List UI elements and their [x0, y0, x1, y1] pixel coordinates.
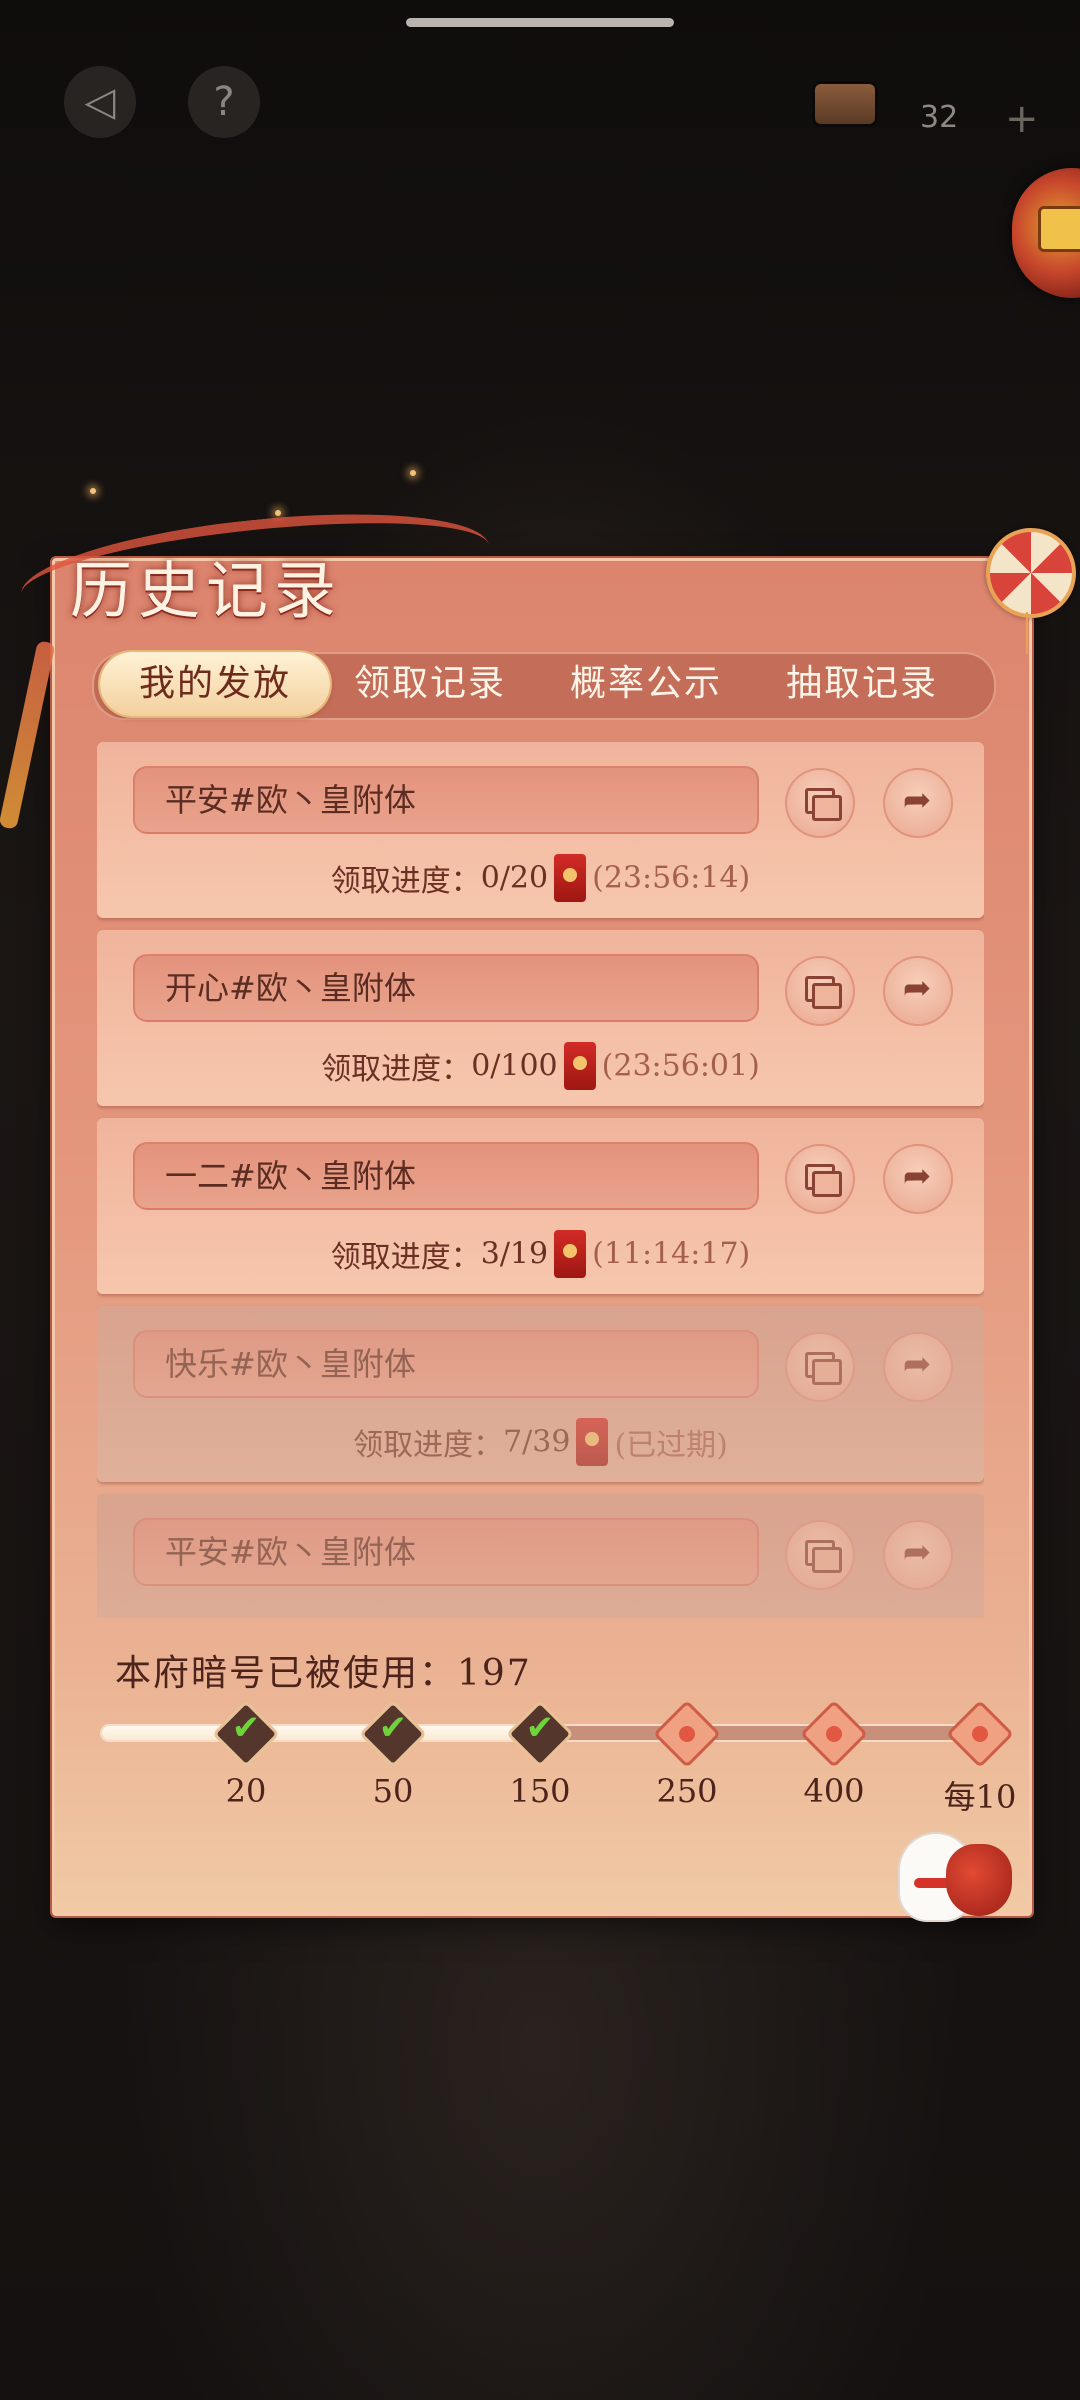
record-name-field: 开心#欧丶皇附体	[133, 954, 759, 1022]
tab-my-issued[interactable]: 我的发放	[100, 652, 330, 716]
lantern-glow	[90, 488, 96, 494]
record-name-field: 平安#欧丶皇附体	[133, 1518, 759, 1586]
share-button[interactable]: ➦	[883, 1520, 953, 1590]
record-name: 快乐#欧丶皇附体	[165, 1345, 416, 1383]
milestone-label: 150	[509, 1772, 571, 1810]
red-envelope-icon	[576, 1418, 609, 1466]
share-button[interactable]: ➦	[883, 1332, 953, 1402]
progress-label: 领取进度：	[330, 864, 481, 899]
claim-progress: 领取进度：3/19 (11:14:17)	[97, 1230, 984, 1278]
progress-value: 7/39	[503, 1424, 571, 1460]
lucky-bag-icon	[946, 1844, 1012, 1916]
check-icon: ✔	[231, 1708, 261, 1748]
milestone-label: 每10	[943, 1778, 1017, 1816]
remaining-time: (23:56:14)	[592, 860, 751, 896]
share-icon: ➦	[902, 968, 932, 1008]
record-name-field: 平安#欧丶皇附体	[133, 766, 759, 834]
milestone-label: 400	[803, 1772, 865, 1810]
copy-button[interactable]	[785, 956, 855, 1026]
back-arrow-icon[interactable]: ◁	[64, 66, 136, 138]
usage-count: 197	[457, 1653, 532, 1694]
claim-progress: 领取进度：0/20 (23:56:14)	[97, 854, 984, 902]
lantern-glow	[275, 510, 281, 516]
tab-draw-records[interactable]: 抽取记录	[762, 652, 962, 716]
record-name: 一二#欧丶皇附体	[165, 1157, 416, 1195]
copy-icon	[805, 1352, 842, 1385]
home-indicator	[406, 18, 674, 27]
progress-label: 领取进度：	[353, 1428, 504, 1463]
copy-icon	[805, 976, 842, 1009]
progress-value: 0/100	[471, 1048, 558, 1084]
check-icon: ✔	[525, 1708, 555, 1748]
red-envelope-icon	[563, 1042, 596, 1090]
gift-icon	[972, 1726, 988, 1742]
close-tassel	[1026, 612, 1028, 654]
claim-progress: 领取进度：0/100 (23:56:01)	[97, 1042, 984, 1090]
currency-count: 32	[920, 100, 959, 135]
record-card-expired: 快乐#欧丶皇附体 ➦ 领取进度：7/39 (已过期)	[97, 1306, 984, 1482]
share-button[interactable]: ➦	[883, 1144, 953, 1214]
remaining-time: (11:14:17)	[592, 1236, 751, 1272]
record-list[interactable]: 平安#欧丶皇附体 ➦ 领取进度：0/20 (23:56:14) 开心#欧丶皇附体 …	[97, 742, 984, 1618]
usage-summary: 本府暗号已被使用：197	[115, 1644, 532, 1696]
currency-icon	[815, 84, 875, 124]
milestone-label: 50	[372, 1772, 414, 1810]
gift-icon	[826, 1726, 842, 1742]
share-button[interactable]: ➦	[883, 768, 953, 838]
record-name-field: 快乐#欧丶皇附体	[133, 1330, 759, 1398]
progress-value: 3/19	[480, 1236, 549, 1272]
share-icon: ➦	[902, 780, 932, 820]
progress-label: 领取进度：	[321, 1052, 472, 1087]
claim-progress: 领取进度：7/39 (已过期)	[97, 1418, 984, 1466]
record-name: 平安#欧丶皇附体	[165, 1533, 416, 1571]
progress-label: 领取进度：	[330, 1240, 481, 1275]
remaining-time: (23:56:01)	[601, 1048, 760, 1084]
expired-status: (已过期)	[614, 1428, 728, 1463]
lantern-glow	[410, 470, 416, 476]
milestone-label: 250	[656, 1772, 718, 1810]
record-name: 平安#欧丶皇附体	[165, 781, 416, 819]
copy-button[interactable]	[785, 768, 855, 838]
share-icon: ➦	[902, 1344, 932, 1384]
tab-claim-records[interactable]: 领取记录	[330, 652, 530, 716]
usage-label: 本府暗号已被使用：	[115, 1653, 458, 1694]
gift-icon	[679, 1726, 695, 1742]
copy-button[interactable]	[785, 1520, 855, 1590]
red-envelope-icon	[554, 854, 587, 902]
record-card: 平安#欧丶皇附体 ➦ 领取进度：0/20 (23:56:14)	[97, 742, 984, 918]
help-icon[interactable]: ?	[188, 66, 260, 138]
progress-value: 0/20	[480, 860, 549, 896]
copy-icon	[805, 1540, 842, 1573]
close-icon[interactable]	[986, 528, 1076, 618]
record-name: 开心#欧丶皇附体	[165, 969, 416, 1007]
record-card-expired: 平安#欧丶皇附体 ➦	[97, 1494, 984, 1618]
tab-probability[interactable]: 概率公示	[546, 652, 746, 716]
share-icon: ➦	[902, 1156, 932, 1196]
panel-title: 历史记录	[70, 554, 343, 627]
share-button[interactable]: ➦	[883, 956, 953, 1026]
usage-progress-fill	[102, 1726, 556, 1740]
share-icon: ➦	[902, 1532, 932, 1572]
copy-button[interactable]	[785, 1332, 855, 1402]
copy-icon	[805, 788, 842, 821]
record-card: 一二#欧丶皇附体 ➦ 领取进度：3/19 (11:14:17)	[97, 1118, 984, 1294]
milestone-label: 20	[225, 1772, 267, 1810]
copy-button[interactable]	[785, 1144, 855, 1214]
record-name-field: 一二#欧丶皇附体	[133, 1142, 759, 1210]
copy-icon	[805, 1164, 842, 1197]
check-icon: ✔	[378, 1708, 408, 1748]
record-card: 开心#欧丶皇附体 ➦ 领取进度：0/100 (23:56:01)	[97, 930, 984, 1106]
add-currency-button[interactable]: +	[1005, 96, 1039, 142]
red-envelope-icon	[554, 1230, 587, 1278]
